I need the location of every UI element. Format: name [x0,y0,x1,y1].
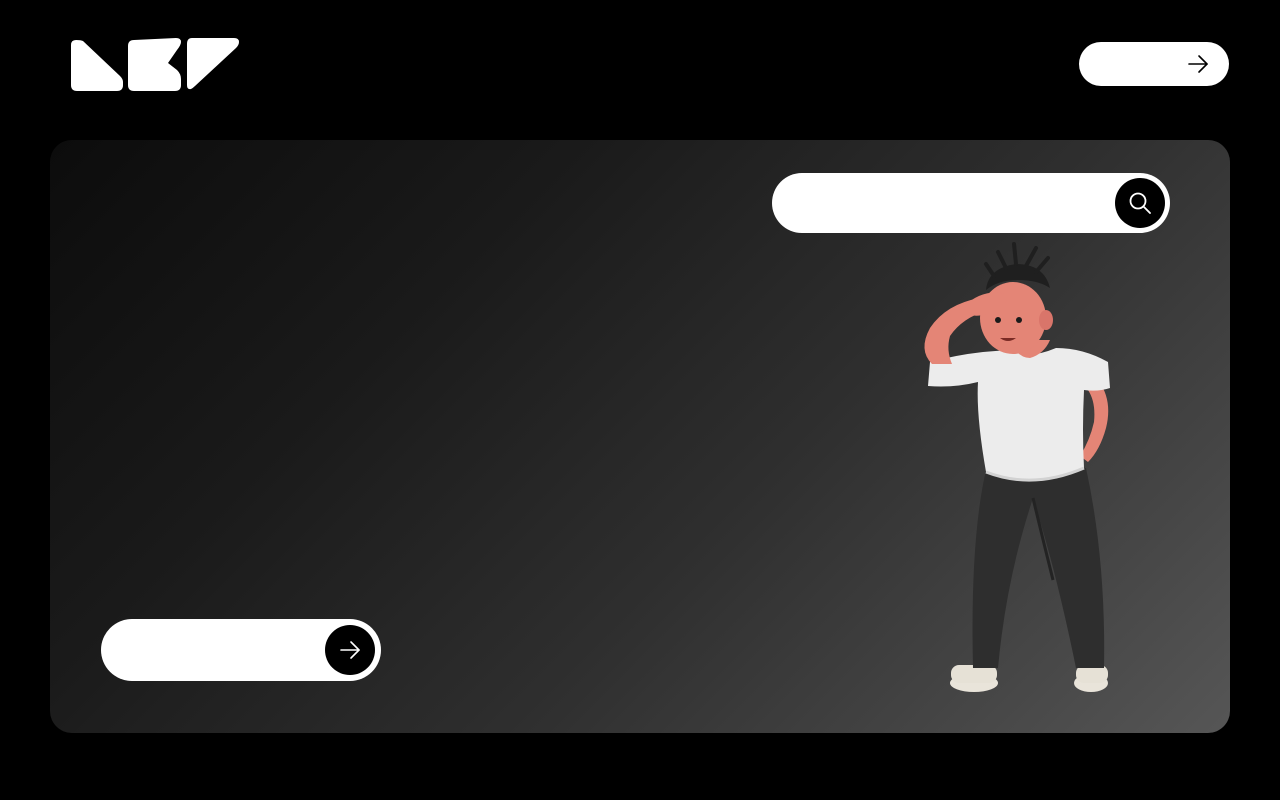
search-bar [772,173,1170,233]
header-cta-button[interactable] [1079,42,1229,86]
arrow-right-icon [340,641,360,659]
brand-logo[interactable] [70,36,240,92]
page [0,0,1280,800]
search-button[interactable] [1115,178,1165,228]
logo-icon [71,38,239,91]
hero-panel [50,140,1230,733]
search-input[interactable] [796,187,1100,221]
hero-cta-button[interactable] [101,619,381,681]
arrow-right-icon [1187,54,1209,74]
search-icon [1129,192,1151,214]
hero-cta-circle [325,625,375,675]
character-illustration [924,242,1110,692]
